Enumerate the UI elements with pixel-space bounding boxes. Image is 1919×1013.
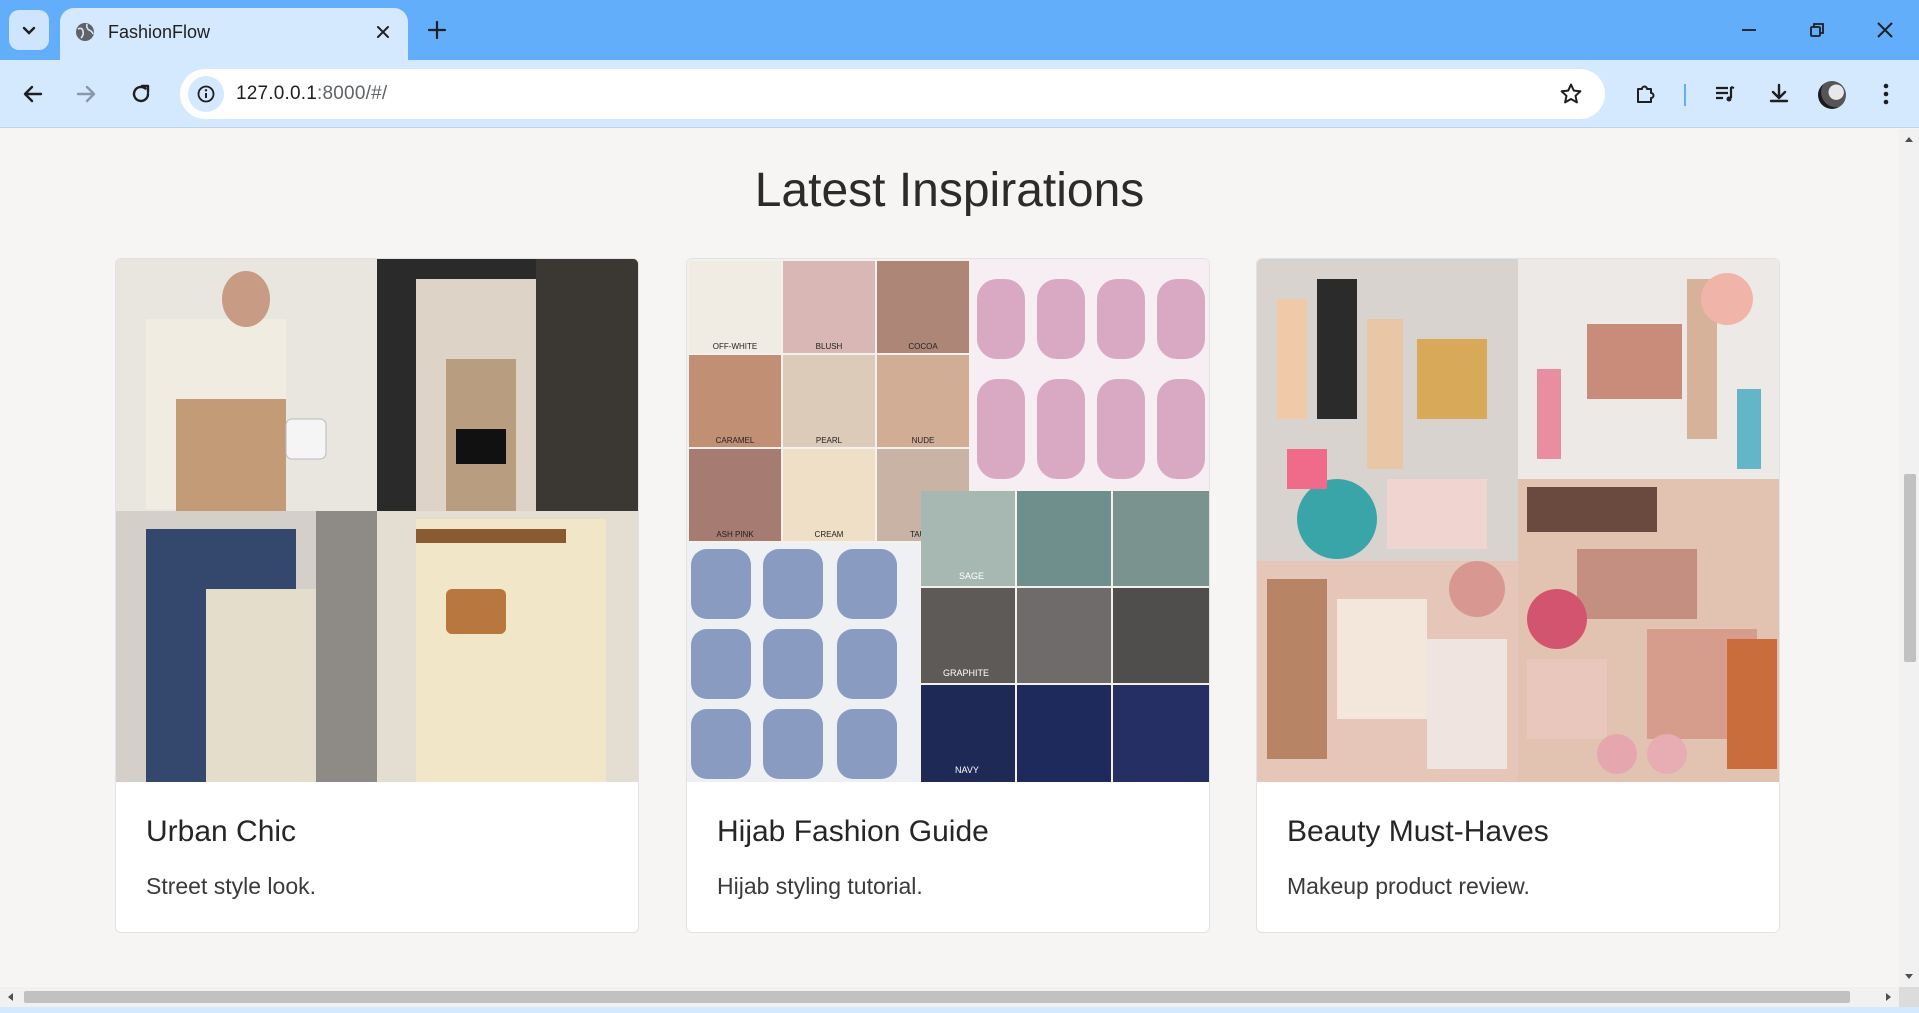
browser-toolbar: 127.0.0.1:8000/#/ [0, 60, 1919, 128]
new-tab-button[interactable] [420, 13, 454, 47]
chevron-down-icon [22, 26, 36, 35]
swatch-label: COCOA [908, 342, 938, 351]
forward-button[interactable] [66, 74, 106, 114]
tab-close-button[interactable] [370, 19, 396, 45]
scrollbar-corner [1899, 987, 1919, 1007]
minimize-icon [1742, 29, 1756, 31]
inspiration-card-beauty[interactable]: Beauty Must-Haves Makeup product review. [1256, 258, 1780, 933]
swatch-label: NAVY [955, 765, 979, 775]
swatch-label: PEARL [816, 436, 843, 445]
card-description: Hijab styling tutorial. [717, 873, 923, 899]
beauty-must-haves-image [1257, 259, 1779, 782]
tab-title: FashionFlow [108, 22, 211, 42]
tab-search-button[interactable] [9, 10, 49, 50]
reload-button[interactable] [121, 74, 161, 114]
horizontal-scrollbar[interactable] [0, 987, 1899, 1007]
bookmark-button[interactable] [1557, 80, 1585, 108]
arrow-right-icon [76, 85, 96, 103]
url-path: :8000/#/ [317, 83, 388, 104]
arrow-left-icon [23, 85, 43, 103]
scroll-left-icon[interactable] [0, 987, 20, 1007]
close-icon [377, 26, 389, 38]
scroll-right-icon[interactable] [1879, 987, 1899, 1007]
close-window-button[interactable] [1851, 0, 1919, 60]
vertical-scrollbar[interactable] [1899, 129, 1919, 987]
playlist-icon [1716, 85, 1735, 102]
card-title[interactable]: Hijab Fashion Guide [717, 815, 989, 849]
inspiration-card-urban-chic[interactable]: Urban Chic Street style look. [115, 258, 639, 933]
inspiration-card-hijab-guide[interactable]: OFF-WHITE BLUSH COCOA CARAMEL PEARL NUDE… [686, 258, 1210, 933]
horizontal-scroll-thumb[interactable] [24, 991, 1850, 1003]
toolbar-separator [1684, 84, 1686, 106]
media-controls-button[interactable] [1705, 74, 1745, 114]
scroll-down-icon[interactable] [1899, 967, 1919, 987]
page-viewport: Latest Inspirations Urban Chic Street st… [0, 129, 1899, 987]
close-icon [1877, 22, 1893, 38]
address-bar[interactable]: 127.0.0.1:8000/#/ [180, 69, 1605, 119]
card-description: Makeup product review. [1287, 873, 1530, 899]
more-vertical-icon [1883, 83, 1889, 105]
url-text[interactable]: 127.0.0.1:8000/#/ [236, 83, 387, 105]
swatch-label: SAGE [959, 571, 984, 581]
swatch-label: CREAM [815, 530, 844, 539]
star-icon [1560, 83, 1582, 104]
swatch-label: ASH PINK [716, 530, 754, 539]
reload-icon [132, 84, 150, 103]
swatch-label: NUDE [912, 436, 935, 445]
hijab-guide-image: OFF-WHITE BLUSH COCOA CARAMEL PEARL NUDE… [687, 259, 1209, 782]
vertical-scroll-thumb[interactable] [1904, 474, 1916, 662]
downloads-button[interactable] [1759, 74, 1799, 114]
browser-tab-strip: FashionFlow [0, 0, 1919, 60]
site-info-button[interactable] [188, 76, 224, 112]
minimize-button[interactable] [1715, 0, 1783, 60]
extensions-button[interactable] [1626, 74, 1666, 114]
swatch-label: CARAMEL [716, 436, 755, 445]
card-description: Street style look. [146, 873, 317, 899]
restore-icon [1810, 23, 1824, 37]
download-icon [1769, 83, 1789, 103]
url-host: 127.0.0.1 [236, 83, 318, 104]
urban-chic-image [116, 259, 638, 782]
back-button[interactable] [13, 74, 53, 114]
globe-icon [76, 23, 94, 41]
profile-avatar[interactable] [1818, 81, 1846, 109]
section-title: Latest Inspirations [754, 164, 1145, 217]
card-title[interactable]: Urban Chic [146, 815, 296, 849]
menu-button[interactable] [1866, 74, 1906, 114]
card-title[interactable]: Beauty Must-Haves [1287, 815, 1549, 849]
active-tab[interactable]: FashionFlow [60, 8, 408, 60]
window-bottom-border [0, 1007, 1919, 1013]
puzzle-icon [1637, 85, 1655, 103]
scroll-up-icon[interactable] [1899, 129, 1919, 149]
restore-button[interactable] [1783, 0, 1851, 60]
swatch-label: OFF-WHITE [713, 342, 757, 351]
plus-icon [427, 20, 447, 40]
swatch-label: GRAPHITE [943, 668, 989, 678]
swatch-label: BLUSH [816, 342, 843, 351]
info-icon [197, 85, 215, 103]
